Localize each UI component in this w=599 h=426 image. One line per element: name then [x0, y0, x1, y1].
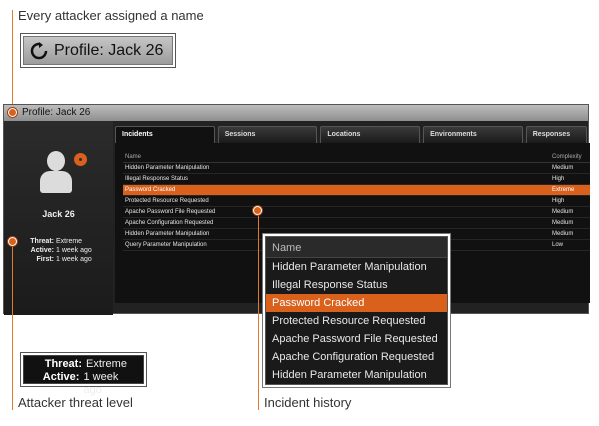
table-header: Name Complexity [123, 151, 590, 163]
avatar [38, 151, 74, 195]
incident-callout-dot [253, 206, 262, 215]
incident-history-list: Hidden Parameter Manipulation Illegal Res… [266, 258, 447, 384]
tab-incidents[interactable]: Incidents [115, 126, 215, 143]
profile-stats: Threat: Extreme Active: 1 week ago First: 1 w… [4, 237, 113, 264]
complexity-cell: Extreme [552, 187, 575, 193]
window-title: Profile: Jack 26 [22, 107, 91, 118]
incident-history-item[interactable]: Protected Resource Requested [266, 312, 447, 330]
name-callout-dot [8, 108, 17, 117]
incident-history-zoom-box: Name Hidden Parameter Manipulation Illega… [262, 233, 451, 388]
threat-callout-label: Attacker threat level [18, 395, 133, 410]
incident-name-cell: Protected Resource Requested [125, 198, 209, 204]
table-row[interactable]: Hidden Parameter Manipulation Medium [123, 163, 590, 174]
complexity-cell: Medium [552, 209, 574, 215]
incident-history-item[interactable]: Apache Configuration Requested [266, 348, 447, 366]
name-callout-line [12, 10, 13, 110]
profile-stat-row: Threat: Extreme [4, 237, 113, 246]
threat-zoom-row: Threat: Extreme [30, 358, 137, 371]
incident-name-cell: Apache Password File Requested [125, 209, 216, 215]
threat-zoom-row: Active: 1 week ago [30, 371, 137, 397]
threat-zoom-value: 1 week ago [83, 371, 119, 396]
window-titlebar: Profile: Jack 26 [4, 105, 588, 121]
threat-callout-dot [8, 237, 17, 246]
threat-zoom-value: Extreme [86, 358, 127, 370]
threat-zoom-box: Threat: Extreme Active: 1 week ago [20, 352, 147, 396]
profile-zoom-label: Profile: Jack 26 [54, 41, 164, 59]
name-callout-label: Every attacker assigned a name [18, 8, 204, 23]
incident-callout-label: Incident history [264, 395, 352, 410]
incident-name-cell: Illegal Response Status [125, 176, 189, 182]
table-row[interactable]: Protected Resource Requested High [123, 196, 590, 207]
incident-history-item[interactable]: Hidden Parameter Manipulation [266, 366, 447, 384]
incident-name-cell: Password Cracked [125, 187, 176, 193]
column-header-complexity[interactable]: Complexity [552, 154, 590, 160]
profile-name: Jack 26 [42, 209, 75, 219]
column-header-name[interactable]: Name [123, 154, 552, 160]
incident-name-cell: Hidden Parameter Manipulation [125, 165, 210, 171]
tab-responses[interactable]: Responses [525, 126, 588, 143]
incident-callout-line [258, 212, 259, 410]
complexity-cell: High [552, 198, 565, 204]
complexity-cell: Medium [552, 231, 574, 237]
complexity-cell: Medium [552, 165, 574, 171]
table-row[interactable]: Apache Password File Requested Medium [123, 207, 590, 218]
tab-bar: Incidents Sessions Locations Environments Re… [115, 126, 590, 143]
threat-zoom-key: Threat: [44, 358, 82, 370]
profile-stat-row: First: 1 week ago [4, 255, 113, 264]
threat-callout-line [12, 242, 13, 410]
incident-history-header: Name [266, 237, 447, 258]
profile-sidebar: Jack 26 Threat: Extreme Active: 1 week ago F… [4, 121, 113, 315]
table-row[interactable]: Illegal Response Status High [123, 174, 590, 185]
incident-history-item[interactable]: Password Cracked [266, 294, 447, 312]
incident-history-item[interactable]: Apache Password File Requested [266, 330, 447, 348]
tab-locations[interactable]: Locations [320, 126, 421, 143]
gear-icon[interactable] [76, 155, 85, 164]
table-row[interactable]: Apache Configuration Requested Medium [123, 218, 590, 229]
refresh-icon [30, 41, 48, 59]
tab-environments[interactable]: Environments [423, 126, 523, 143]
threat-zoom-key: Active: [42, 371, 80, 383]
incident-history-item[interactable]: Hidden Parameter Manipulation [266, 258, 447, 276]
complexity-cell: High [552, 176, 565, 182]
stat-value: 1 week ago [56, 247, 92, 254]
incident-name-cell: Apache Configuration Requested [125, 220, 214, 226]
stat-value: Extreme [56, 238, 83, 245]
complexity-cell: Low [552, 242, 564, 248]
complexity-cell: Medium [552, 220, 574, 226]
tab-sessions[interactable]: Sessions [217, 126, 318, 143]
incident-history-item[interactable]: Illegal Response Status [266, 276, 447, 294]
stat-value: 1 week ago [56, 256, 92, 263]
profile-stat-row: Active: 1 week ago [4, 246, 113, 255]
profile-zoom-box: Profile: Jack 26 [20, 33, 176, 68]
table-row[interactable]: Password Cracked Extreme [123, 185, 590, 196]
